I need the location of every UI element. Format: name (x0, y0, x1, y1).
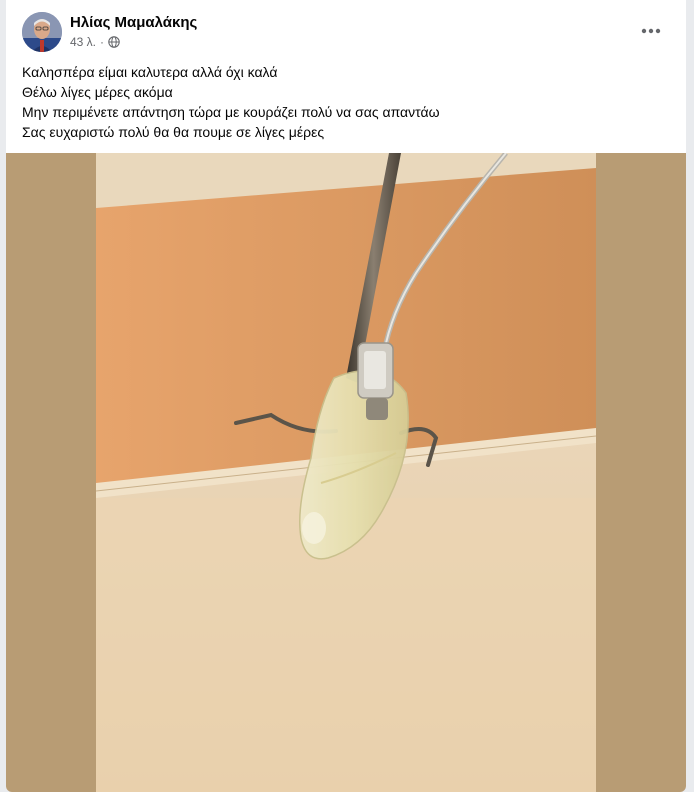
iv-bag-photo (96, 153, 596, 792)
post-text: Καλησπέρα είμαι καλυτερα αλλά όχι καλά Θ… (22, 62, 662, 142)
post-photo[interactable] (6, 153, 686, 792)
post-text-line: Καλησπέρα είμαι καλυτερα αλλά όχι καλά (22, 64, 278, 80)
post-meta: 43 λ. · (70, 35, 120, 49)
post-text-line: Μην περιμένετε απάντηση τώρα με κουράζει… (22, 104, 440, 120)
more-options-icon[interactable] (636, 16, 666, 46)
post-text-line: Σας ευχαριστώ πολύ θα θα πουμε σε λίγες … (22, 124, 325, 140)
avatar-image (22, 12, 62, 52)
globe-icon[interactable] (108, 36, 120, 48)
post-timestamp[interactable]: 43 λ. (70, 35, 96, 49)
post-text-line: Θέλω λίγες μέρες ακόμα (22, 84, 173, 100)
post-header: Ηλίας Μαμαλάκης 43 λ. · (6, 0, 686, 56)
author-avatar[interactable] (22, 12, 62, 52)
meta-separator: · (100, 35, 105, 49)
feed-post: Ηλίας Μαμαλάκης 43 λ. · Καλησπέρα είμαι … (6, 0, 686, 792)
author-name[interactable]: Ηλίας Μαμαλάκης (70, 14, 197, 31)
